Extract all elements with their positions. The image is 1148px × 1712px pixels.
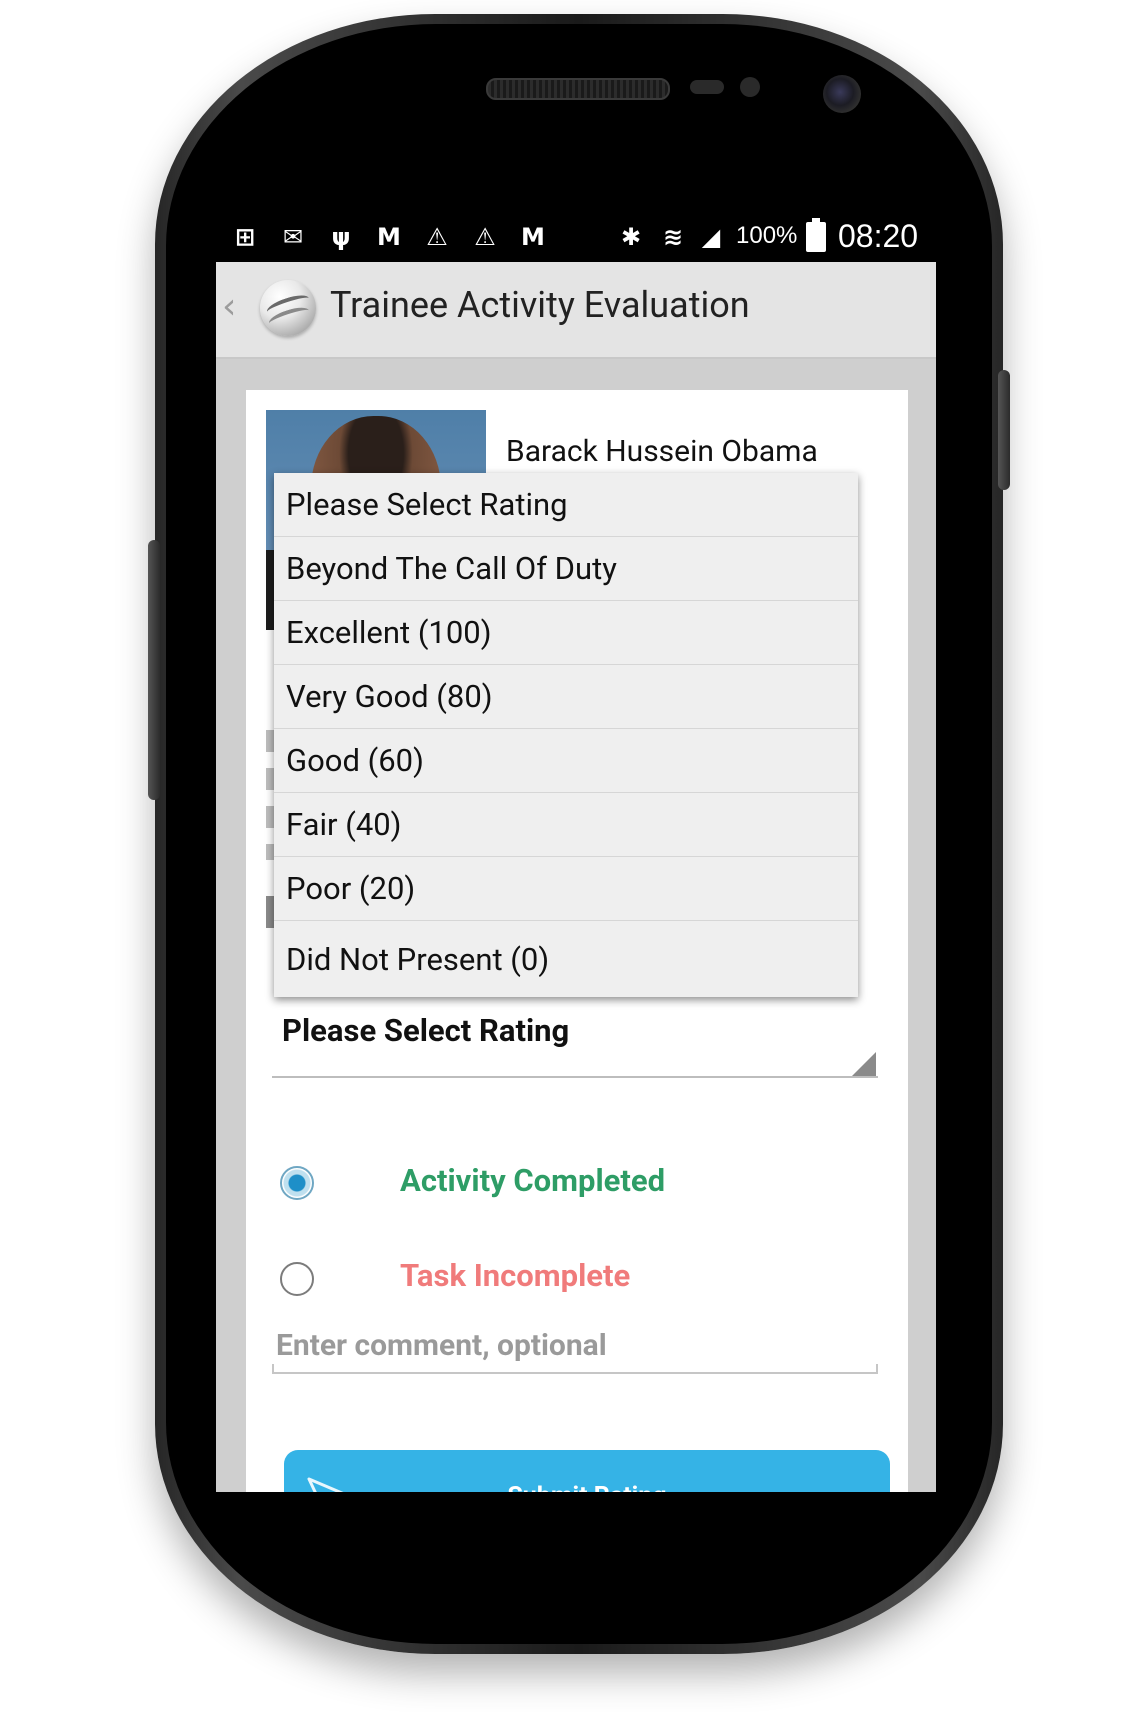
rating-option[interactable]: Poor (20) (274, 857, 858, 921)
rating-option[interactable]: Please Select Rating (274, 473, 858, 537)
earpiece-speaker (486, 78, 670, 100)
hidden-text-fragment (266, 730, 274, 752)
comment-input[interactable]: Enter comment, optional (276, 1328, 607, 1363)
rating-option[interactable]: Fair (40) (274, 793, 858, 857)
battery-icon (806, 218, 826, 252)
submit-rating-label: Submit Rating (284, 1482, 890, 1492)
gmail-icon: M (521, 223, 545, 251)
back-chevron-icon[interactable]: ‹ (222, 286, 236, 327)
light-sensor (740, 77, 760, 97)
rating-option[interactable]: Good (60) (274, 729, 858, 793)
rating-option[interactable]: Excellent (100) (274, 601, 858, 665)
task-incomplete-label[interactable]: Task Incomplete (400, 1257, 630, 1294)
hidden-text-fragment (266, 844, 274, 860)
add-notification-icon: ⊞ (234, 223, 256, 251)
warning-icon: ⚠ (426, 223, 448, 251)
signal-icon: ◢ (701, 223, 721, 251)
status-bar: ⊞ ✉ ψ M ⚠ ⚠ M ✱ ≋ ◢ 100% 08:20 (216, 212, 936, 262)
front-camera (823, 75, 861, 113)
bluetooth-icon: ✱ (620, 223, 642, 251)
rating-select-underline (272, 1076, 878, 1078)
warning-icon: ⚠ (474, 223, 496, 251)
submit-rating-button[interactable]: Submit Rating (284, 1450, 890, 1492)
screen: ⊞ ✉ ψ M ⚠ ⚠ M ✱ ≋ ◢ 100% 08:20 ‹ Trainee… (216, 212, 936, 1492)
rating-select[interactable]: Please Select Rating (282, 1012, 569, 1049)
volume-button (148, 540, 160, 800)
proximity-sensor (690, 80, 724, 94)
activity-completed-radio[interactable] (280, 1166, 314, 1200)
action-bar: ‹ Trainee Activity Evaluation (216, 262, 936, 359)
gmail-icon: M (377, 223, 401, 251)
usb-icon: ψ (331, 223, 351, 251)
activity-completed-label[interactable]: Activity Completed (400, 1162, 665, 1199)
rating-option[interactable]: Very Good (80) (274, 665, 858, 729)
clock: 08:20 (838, 218, 919, 254)
hidden-text-fragment (266, 806, 274, 828)
wifi-icon: ≋ (662, 223, 684, 251)
page-title: Trainee Activity Evaluation (330, 284, 750, 326)
comment-underline (272, 1364, 878, 1374)
hidden-text-fragment (266, 896, 274, 928)
mail-icon: ✉ (282, 223, 304, 251)
dropdown-corner-icon[interactable] (852, 1052, 876, 1076)
hidden-text-fragment (266, 768, 274, 790)
task-incomplete-radio[interactable] (280, 1262, 314, 1296)
app-logo-icon[interactable] (260, 280, 316, 336)
power-button (998, 370, 1010, 490)
rating-dropdown-menu: Please Select Rating Beyond The Call Of … (274, 473, 858, 997)
trainee-name: Barack Hussein Obama (506, 434, 818, 469)
battery-percentage: 100% (736, 222, 798, 249)
rating-option[interactable]: Did Not Present (0) (274, 921, 858, 997)
rating-option[interactable]: Beyond The Call Of Duty (274, 537, 858, 601)
